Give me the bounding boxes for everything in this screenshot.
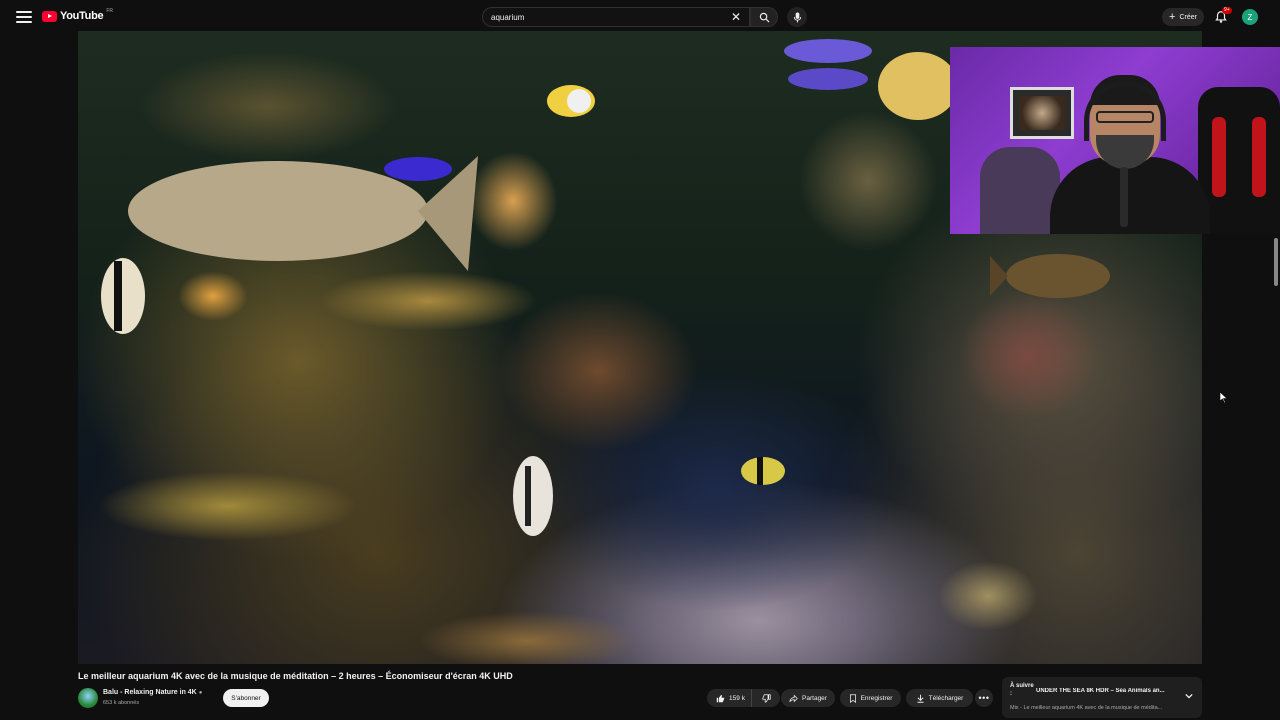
mouse-cursor-icon [1220,392,1228,403]
up-next-label: À suivre : [1010,683,1034,697]
coral-shape [498,291,698,451]
menu-icon[interactable] [16,9,32,25]
search-button[interactable] [750,7,778,27]
verified-icon: ● [198,690,203,696]
clear-search-icon[interactable]: ✕ [731,10,741,24]
fish-shape [741,457,785,485]
logo-country: FR [106,8,113,14]
plus-icon: + [1169,10,1176,23]
up-next-subtitle: Mix - Le meilleur aquarium 4K avec de la… [1010,705,1163,711]
coral-shape [958,291,1098,421]
thumbs-down-icon [762,693,771,703]
dislike-button[interactable] [756,689,777,707]
top-bar: YouTube FR aquarium ✕ + Créer 9+ Z [0,0,1280,34]
video-title: Le meilleur aquarium 4K avec de la musiq… [78,671,513,681]
webcam-gaming-chair [1198,87,1280,234]
fish-shape [101,258,145,334]
like-count: 159 k [729,694,745,702]
chevron-down-icon[interactable] [1185,692,1193,700]
subscribe-button[interactable]: S'abonner [223,689,269,707]
coral-shape [98,471,358,541]
coral-shape [798,111,938,251]
webcam-chair-stripe [1212,117,1226,197]
webcam-chair-stripe [1252,117,1266,197]
account-avatar[interactable]: Z [1242,9,1258,25]
coral-shape [418,611,638,664]
share-icon [789,694,798,702]
like-dislike-group: 159 k [707,689,780,707]
create-button[interactable]: + Créer [1162,8,1204,26]
microphone-icon [793,11,801,23]
channel-name[interactable]: Balu - Relaxing Nature in 4K ● [103,689,202,696]
save-button[interactable]: Enregistrer [840,689,901,707]
more-horizontal-icon: ••• [978,693,990,703]
up-next-title: UNDER THE SEA 8K HDR – Sea Animals an... [1036,688,1165,694]
search-icon [759,12,769,22]
fish-shape [547,85,595,117]
bookmark-icon [849,693,856,703]
webcam-wall-frame [1010,87,1074,139]
page-scrollbar-thumb[interactable] [1274,238,1278,286]
webcam-chair-left [980,147,1060,234]
channel-name-text: Balu - Relaxing Nature in 4K [103,689,197,696]
coral-shape [938,561,1038,631]
search-input[interactable]: aquarium ✕ [482,7,750,27]
logo-text: YouTube [60,10,104,22]
channel-avatar[interactable] [78,688,98,708]
thumbs-up-icon [716,694,725,702]
webcam-overlay [950,47,1280,234]
youtube-play-icon [42,10,57,22]
notification-badge: 9+ [1222,7,1232,14]
create-label: Créer [1179,13,1197,21]
fish-shape [384,157,452,181]
download-button[interactable]: Télécharger [906,689,973,707]
like-button[interactable]: 159 k [710,689,752,707]
share-label: Partager [802,694,827,702]
save-label: Enregistrer [860,694,893,702]
webcam-frame-picture [1019,96,1065,130]
download-icon [917,694,924,703]
youtube-logo[interactable]: YouTube FR [42,8,113,22]
download-label: Télécharger [928,694,964,702]
more-actions-button[interactable]: ••• [975,689,993,707]
search-value: aquarium [491,12,525,22]
webcam-microphone [1120,167,1128,227]
fish-shape [990,254,1110,298]
up-next-card[interactable]: À suivre : UNDER THE SEA 8K HDR – Sea An… [1002,677,1202,718]
fish-shape [513,456,553,536]
voice-search-button[interactable] [787,7,807,27]
subscriber-count: 653 k abonnés [103,700,140,706]
share-button[interactable]: Partager [781,689,835,707]
